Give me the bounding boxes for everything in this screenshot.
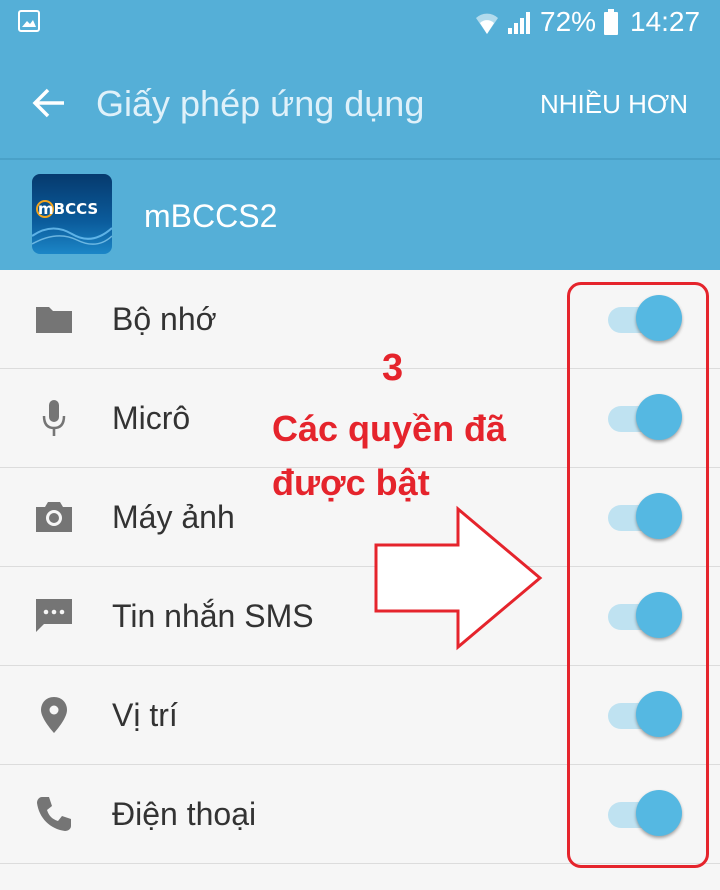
annotation-arrow-icon xyxy=(374,505,543,651)
gallery-icon xyxy=(18,10,40,32)
permission-label: Máy ảnh xyxy=(112,499,235,535)
page-title: Giấy phép ứng dụng xyxy=(96,83,425,124)
wifi-icon xyxy=(476,13,498,34)
battery-percent: 72% xyxy=(540,6,597,37)
permission-label: Vị trí xyxy=(112,697,178,733)
permission-label: Tin nhắn SMS xyxy=(112,598,314,634)
camera-icon xyxy=(36,502,72,532)
app-name: mBCCS2 xyxy=(144,198,278,234)
location-icon xyxy=(41,697,67,733)
more-button[interactable]: NHIỀU HƠN xyxy=(540,89,688,120)
annotation-highlight-box xyxy=(567,282,709,868)
app-header: mBCCS mBCCS2 xyxy=(0,160,720,270)
annotation-step-number: 3 xyxy=(382,347,404,389)
status-time: 14:27 xyxy=(630,6,701,37)
app-icon-logo: mBCCS xyxy=(38,200,99,218)
sms-icon xyxy=(36,599,72,632)
signal-icon xyxy=(508,12,530,34)
folder-icon xyxy=(36,307,72,333)
microphone-icon xyxy=(42,400,66,436)
permission-label: Điện thoại xyxy=(112,796,257,832)
phone-icon xyxy=(37,797,71,831)
permission-label: Bộ nhớ xyxy=(112,301,217,337)
app-bar: Giấy phép ứng dụng NHIỀU HƠN xyxy=(0,48,720,160)
status-bar: 72% 14:27 xyxy=(0,0,720,48)
app-icon: mBCCS xyxy=(32,174,112,254)
permission-label: Micrô xyxy=(112,400,191,436)
battery-icon xyxy=(604,9,618,35)
annotation-text: Các quyền đã được bật xyxy=(272,408,507,503)
arrow-left-icon[interactable] xyxy=(30,85,66,121)
